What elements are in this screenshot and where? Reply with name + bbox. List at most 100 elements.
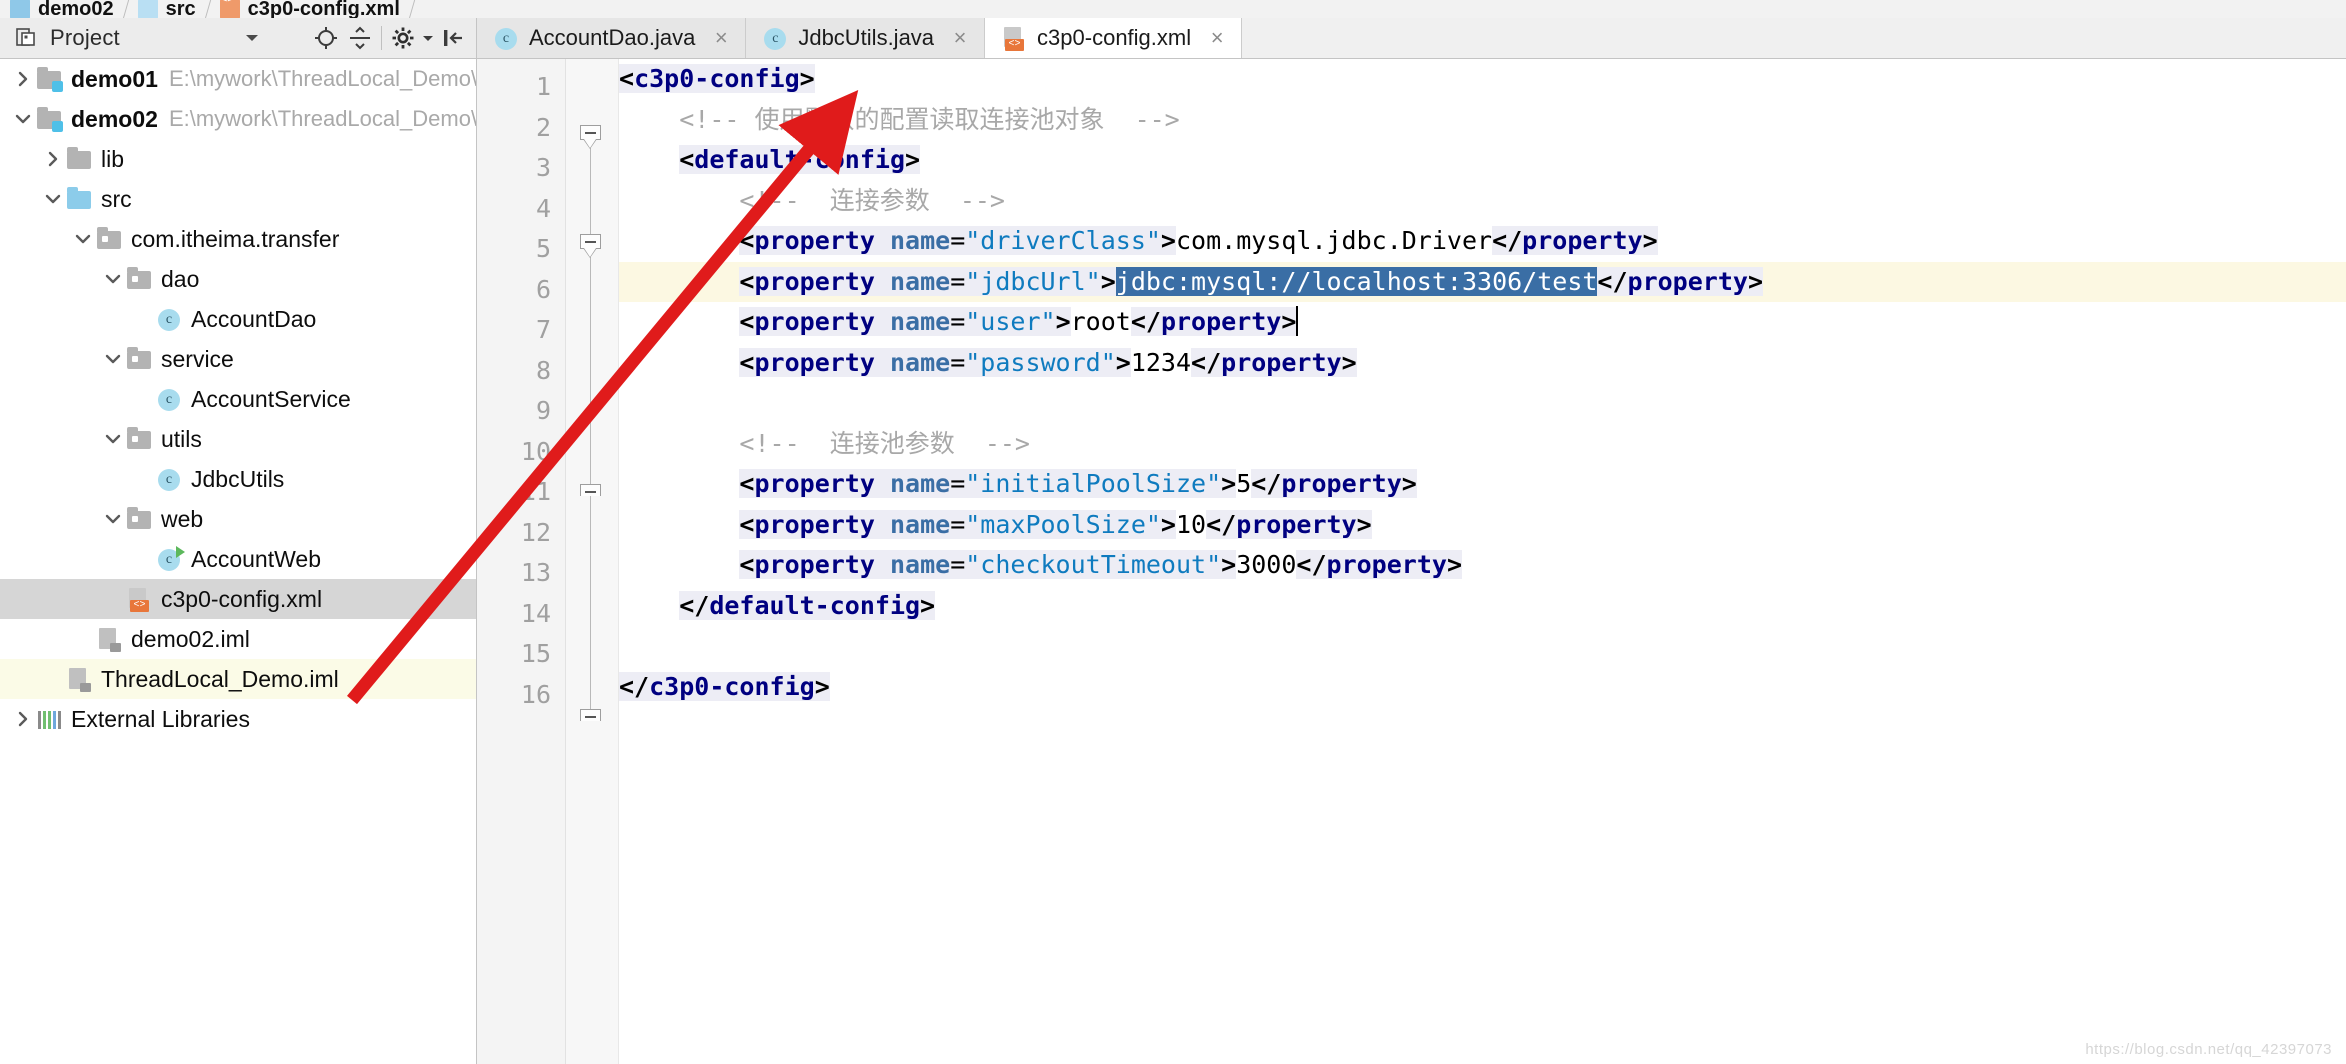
tree-row-jdbcutils[interactable]: c JdbcUtils: [0, 459, 476, 499]
code-line[interactable]: <c3p0-config>: [619, 59, 2346, 100]
tree-row-icon: [66, 186, 92, 212]
tree-row-lib[interactable]: lib: [0, 139, 476, 179]
tree-row-demo02[interactable]: demo02 E:\mywork\ThreadLocal_Demo\demo02: [0, 99, 476, 139]
tree-row-src[interactable]: src: [0, 179, 476, 219]
tree-row-path: E:\mywork\ThreadLocal_Demo\demo01: [168, 66, 477, 91]
tab-close-icon[interactable]: ×: [1207, 25, 1227, 51]
tree-row-accountdao[interactable]: c AccountDao: [0, 299, 476, 339]
hide-panel-icon[interactable]: [436, 21, 470, 55]
tree-row-icon: c: [156, 546, 185, 572]
xml-attribute-name: name: [889, 509, 951, 539]
tree-row-threadlocal-demo-iml[interactable]: ThreadLocal_Demo.iml: [0, 659, 476, 699]
tree-row-c3p0-config-xml[interactable]: <> c3p0-config.xml: [0, 579, 476, 619]
collapse-all-icon[interactable]: [343, 21, 377, 55]
fold-marker-default-config[interactable]: [580, 234, 602, 258]
code-line[interactable]: <property name="initialPoolSize">5</prop…: [619, 464, 2346, 505]
code-editor[interactable]: 1 2 3 4 5 6 7 8 9 10 11 12 13 14 15 16 <c3p0-config> <!…: [477, 59, 2346, 1064]
code-line[interactable]: <property name="checkoutTimeout">3000</p…: [619, 545, 2346, 586]
chevron-down-icon[interactable]: [10, 106, 36, 132]
locate-icon[interactable]: [309, 21, 343, 55]
breadcrumb-item-src[interactable]: src: [128, 0, 212, 18]
chevron-down-icon[interactable]: [235, 21, 269, 55]
chevron-down-icon[interactable]: [100, 426, 126, 452]
code-line[interactable]: <!-- 使用默认的配置读取连接池对象 -->: [619, 100, 2346, 141]
xml-tag-name: property: [754, 226, 875, 255]
tree-row-demo01[interactable]: demo01 E:\mywork\ThreadLocal_Demo\demo01: [0, 59, 476, 99]
fold-marker-root[interactable]: [580, 125, 602, 149]
xml-comment: <!-- 使用默认的配置读取连接池对象 -->: [679, 104, 1180, 134]
java-class-runnable-icon: c: [158, 546, 185, 571]
tree-row-demo02-iml[interactable]: demo02.iml: [0, 619, 476, 659]
breadcrumb-item-demo02[interactable]: demo02: [0, 0, 130, 18]
editor-tab-jdbcutils-java[interactable]: c JdbcUtils.java ×: [746, 18, 986, 58]
code-line[interactable]: <property name="driverClass">com.mysql.j…: [619, 221, 2346, 262]
chevron-right-icon[interactable]: [10, 706, 36, 732]
tree-row-icon: c: [156, 306, 182, 332]
project-tree[interactable]: demo01 E:\mywork\ThreadLocal_Demo\demo01d…: [0, 59, 477, 1064]
code-line[interactable]: <!-- 连接池参数 -->: [619, 424, 2346, 465]
xml-comment: <!-- 连接池参数 -->: [739, 428, 1030, 458]
tree-row-dao[interactable]: dao: [0, 259, 476, 299]
chevron-down-icon[interactable]: [40, 186, 66, 212]
tab-label: AccountDao.java: [529, 25, 696, 50]
code-line[interactable]: <property name="maxPoolSize">10</propert…: [619, 505, 2346, 546]
tree-row-icon: c: [156, 466, 182, 492]
code-line[interactable]: [619, 383, 2346, 424]
tree-row-icon: [66, 666, 92, 692]
breadcrumb-label: c3p0-config.xml: [247, 0, 400, 19]
chevron-down-icon[interactable]: [100, 346, 126, 372]
tree-row-icon: [66, 146, 92, 172]
line-number: 9: [535, 396, 551, 425]
tree-row-icon: [126, 506, 152, 532]
tree-row-com-itheima-transfer[interactable]: com.itheima.transfer: [0, 219, 476, 259]
tree-row-icon: [96, 626, 122, 652]
tab-close-icon[interactable]: ×: [711, 25, 731, 51]
tab-icon: c: [493, 25, 519, 51]
xml-attribute-name: name: [889, 226, 951, 255]
gear-dropdown-icon[interactable]: [420, 21, 436, 55]
tree-row-service[interactable]: service: [0, 339, 476, 379]
code-line[interactable]: <property name="user">root</property>: [619, 302, 2346, 343]
tree-row-external-libraries[interactable]: External Libraries: [0, 699, 476, 739]
tree-row-utils[interactable]: utils: [0, 419, 476, 459]
code-line[interactable]: <!-- 连接参数 -->: [619, 181, 2346, 222]
line-number: 8: [535, 355, 551, 385]
chevron-down-icon[interactable]: [100, 266, 126, 292]
chevron-right-icon[interactable]: [40, 146, 66, 172]
fold-marker-end-default-config[interactable]: [580, 484, 602, 506]
chevron-down-icon[interactable]: [70, 226, 96, 252]
tree-row-icon: [36, 66, 63, 92]
tab-icon: <>: [1001, 25, 1027, 51]
tree-row-label: web: [161, 505, 204, 532]
code-line[interactable]: [619, 626, 2346, 667]
editor-code-area[interactable]: <c3p0-config> <!-- 使用默认的配置读取连接池对象 --> <d…: [619, 59, 2346, 1064]
tree-row-web[interactable]: web: [0, 499, 476, 539]
tree-row-accountweb[interactable]: c AccountWeb: [0, 539, 476, 579]
xml-attribute-name: name: [889, 266, 951, 296]
code-line[interactable]: <property name="jdbcUrl">jdbc:mysql://lo…: [619, 262, 2346, 303]
editor-tab-accountdao-java[interactable]: c AccountDao.java ×: [477, 18, 747, 58]
line-number: 11: [520, 477, 551, 506]
fold-marker-end-root[interactable]: [580, 709, 602, 731]
xml-attribute-value: "password": [965, 347, 1116, 377]
tree-row-icon: [126, 266, 152, 292]
code-line[interactable]: </default-config>: [619, 586, 2346, 627]
settings-gear-icon[interactable]: [386, 21, 420, 55]
tab-close-icon[interactable]: ×: [950, 25, 970, 51]
line-number: 4: [535, 193, 551, 223]
xml-tag-name: property: [754, 550, 875, 579]
code-line[interactable]: <property name="password">1234</property…: [619, 343, 2346, 384]
text-caret: [1296, 306, 1299, 336]
code-line[interactable]: </c3p0-config>: [619, 667, 2346, 708]
chevron-down-icon[interactable]: [100, 506, 126, 532]
tree-row-label: AccountDao: [191, 305, 317, 332]
editor-fold-column[interactable]: [566, 59, 619, 1064]
tree-row-accountservice[interactable]: c AccountService: [0, 379, 476, 419]
line-number: 2: [535, 112, 551, 142]
chevron-right-icon[interactable]: [10, 66, 36, 92]
code-line[interactable]: <default-config>: [619, 140, 2346, 181]
editor-gutter[interactable]: 1 2 3 4 5 6 7 8 9 10 11 12 13 14 15 16: [477, 59, 566, 1064]
breadcrumb-item-c3p0-config[interactable]: c3p0-config.xml: [210, 0, 416, 19]
editor-tab-c3p0-config-xml[interactable]: <> c3p0-config.xml ×: [985, 18, 1243, 58]
